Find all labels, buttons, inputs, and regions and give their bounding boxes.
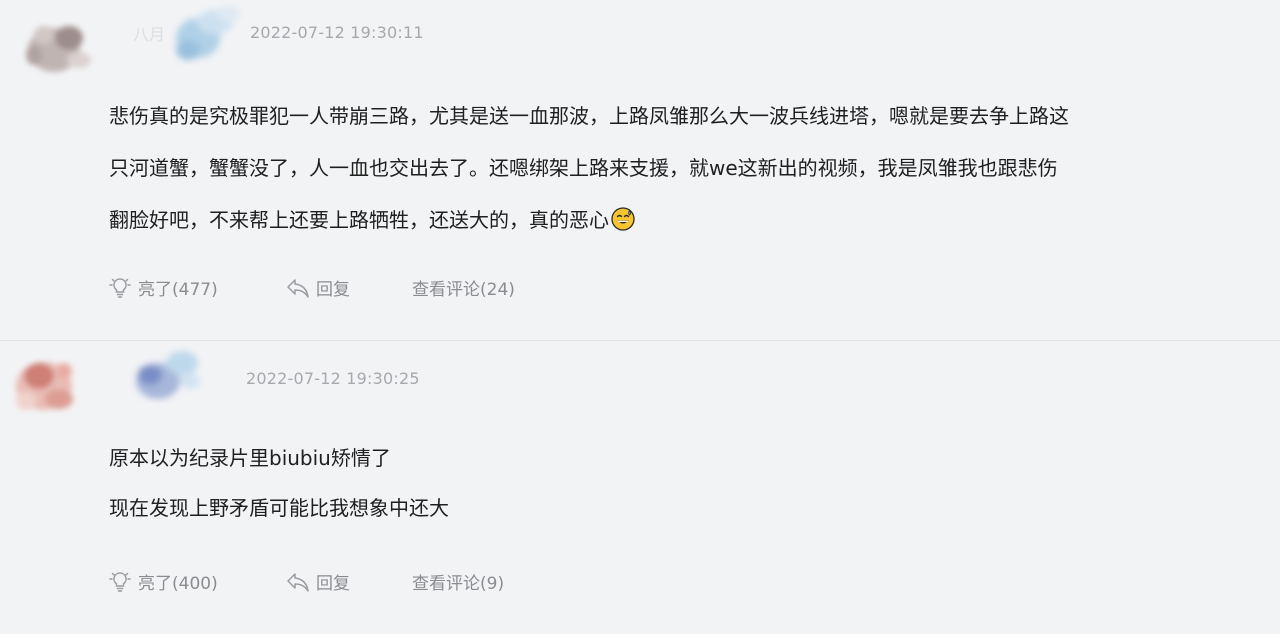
sweat-smile-emoji-icon <box>611 198 635 231</box>
view-replies-button[interactable]: 查看评论(24) <box>412 275 515 300</box>
view-replies-label: 查看评论(9) <box>412 574 505 594</box>
like-button[interactable]: 亮了(400) <box>108 569 218 594</box>
reply-arrow-icon <box>286 571 310 593</box>
comment-line: 翻脸好吧，不来帮上还要上路牺牲，还送大的，真的恶心 <box>109 194 1259 246</box>
like-count-label: 亮了(400) <box>138 574 218 594</box>
reply-button[interactable]: 回复 <box>286 275 350 300</box>
user-badge <box>160 0 250 70</box>
comment-timestamp: 2022-07-12 19:30:11 <box>250 23 424 42</box>
reply-arrow-icon <box>286 277 310 299</box>
comment-line: 只河道蟹，蟹蟹没了，人一血也交出去了。还嗯绑架上路来支援，就we这新出的视频，我… <box>109 156 1058 180</box>
comment-line-text: 翻脸好吧，不来帮上还要上路牺牲，还送大的，真的恶心 <box>109 208 609 232</box>
reply-label: 回复 <box>316 280 350 300</box>
reply-label: 回复 <box>316 574 350 594</box>
like-button[interactable]: 亮了(477) <box>108 275 218 300</box>
comment-text: 原本以为纪录片里biubiu矫情了 现在发现上野矛盾可能比我想象中还大 <box>109 433 1259 533</box>
lightbulb-icon <box>108 570 132 594</box>
comment-item: 2022-07-12 19:30:25 原本以为纪录片里biubiu矫情了 现在… <box>0 341 1280 634</box>
reply-button[interactable]: 回复 <box>286 569 350 594</box>
comment-item: 八月 2022-07-12 19:30:11 悲伤真的是究极罪犯一人带崩三路，尤… <box>0 0 1280 340</box>
lightbulb-icon <box>108 276 132 300</box>
avatar[interactable] <box>4 341 114 431</box>
like-count-label: 亮了(477) <box>138 280 218 300</box>
avatar[interactable] <box>14 0 124 90</box>
comment-timestamp: 2022-07-12 19:30:25 <box>246 369 420 388</box>
user-badge <box>120 341 210 411</box>
view-replies-label: 查看评论(24) <box>412 280 515 300</box>
comment-text: 悲伤真的是究极罪犯一人带崩三路，尤其是送一血那波，上路凤雏那么大一波兵线进塔，嗯… <box>109 90 1259 246</box>
view-replies-button[interactable]: 查看评论(9) <box>412 569 504 594</box>
comment-line: 悲伤真的是究极罪犯一人带崩三路，尤其是送一血那波，上路凤雏那么大一波兵线进塔，嗯… <box>109 104 1069 128</box>
comment-line: 原本以为纪录片里biubiu矫情了 <box>109 446 391 470</box>
comment-line: 现在发现上野矛盾可能比我想象中还大 <box>109 496 449 520</box>
